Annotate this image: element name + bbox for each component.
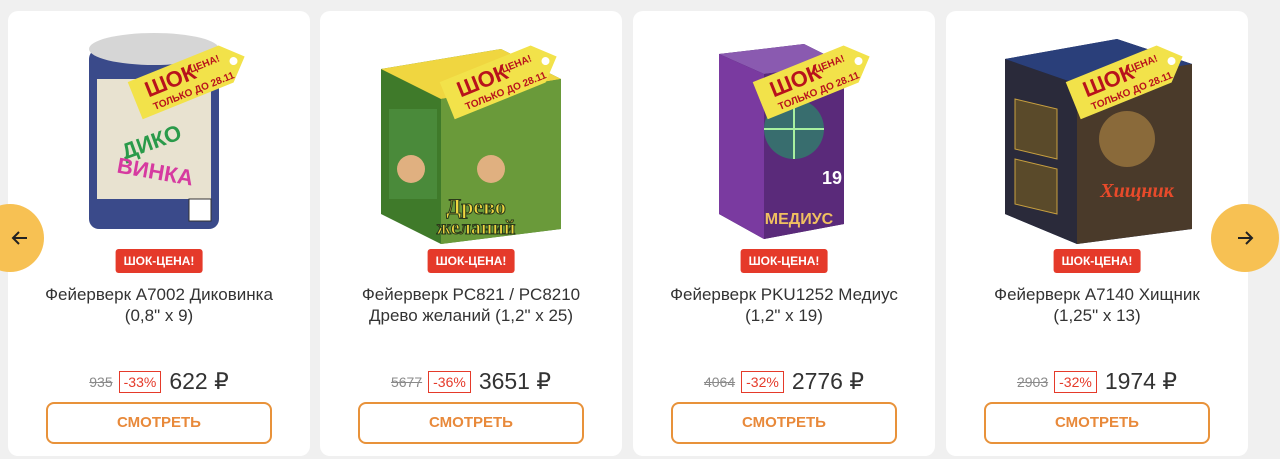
product-carousel: ДИКО ВИНКА ШОК ЦЕНА! ТОЛЬКО ДО 28.11 ШОК… xyxy=(0,0,1280,459)
product-card[interactable]: Древо желаний ШОК ЦЕНА! ТОЛЬКО ДО 28.11 … xyxy=(320,11,622,456)
product-title[interactable]: Фейерверк A7140 Хищник (1,25" x 13) xyxy=(960,284,1234,326)
discount-badge: -33% xyxy=(118,370,162,393)
view-button[interactable]: СМОТРЕТЬ xyxy=(984,402,1210,444)
shock-price-badge: ШОК-ЦЕНА! xyxy=(740,249,828,273)
view-button[interactable]: СМОТРЕТЬ xyxy=(358,402,584,444)
product-title-line: Древо желаний (1,2" x 25) xyxy=(368,306,574,325)
product-card[interactable]: Хищник ШОК ЦЕНА! ТОЛЬКО ДО 28.11 ШОК-ЦЕН… xyxy=(946,11,1248,456)
current-price: 3651 ₽ xyxy=(478,368,552,394)
arrow-left-icon xyxy=(10,228,30,248)
shock-price-badge: ШОК-ЦЕНА! xyxy=(1053,249,1141,273)
discount-badge: -32% xyxy=(741,370,784,393)
product-title[interactable]: Фейерверк PKU1252 Медиус (1,2" x 19) xyxy=(647,284,921,326)
product-title[interactable]: Фейерверк A7002 Диковинка (0,8" x 9) xyxy=(22,284,296,326)
price-row: 5677 -36% 3651 ₽ xyxy=(320,368,622,395)
svg-text:Хищник: Хищник xyxy=(1099,180,1174,202)
price-row: 4064 -32% 2776 ₽ xyxy=(633,368,935,395)
view-button[interactable]: СМОТРЕТЬ xyxy=(671,402,897,444)
product-title-line: (1,2" x 19) xyxy=(745,306,823,325)
view-button[interactable]: СМОТРЕТЬ xyxy=(46,402,272,444)
product-title-line: Фейерверк A7002 Диковинка xyxy=(45,285,273,304)
old-price: 935 xyxy=(89,373,113,390)
product-title-line: (0,8" x 9) xyxy=(124,306,194,325)
price-row: 935 -33% 622 ₽ xyxy=(8,368,310,395)
shock-price-badge: ШОК-ЦЕНА! xyxy=(427,249,515,273)
svg-text:Древо: Древо xyxy=(446,194,506,219)
shock-price-badge: ШОК-ЦЕНА! xyxy=(115,249,203,273)
current-price: 1974 ₽ xyxy=(1104,368,1178,394)
product-image[interactable]: 19 МЕДИУС ШОК ЦЕНА! ТОЛЬКО ДО 28.11 xyxy=(684,19,884,247)
product-image[interactable]: Древо желаний ШОК ЦЕНА! ТОЛЬКО ДО 28.11 xyxy=(371,19,571,247)
discount-badge: -36% xyxy=(428,370,471,393)
product-title-line: Фейерверк A7140 Хищник xyxy=(994,285,1200,304)
product-image[interactable]: ДИКО ВИНКА ШОК ЦЕНА! ТОЛЬКО ДО 28.11 xyxy=(59,19,259,247)
old-price: 4064 xyxy=(703,373,736,390)
carousel-next-button[interactable] xyxy=(1211,204,1279,272)
product-image[interactable]: Хищник ШОК ЦЕНА! ТОЛЬКО ДО 28.11 xyxy=(997,19,1197,247)
product-card[interactable]: 19 МЕДИУС ШОК ЦЕНА! ТОЛЬКО ДО 28.11 ШОК-… xyxy=(633,11,935,456)
discount-badge: -32% xyxy=(1054,370,1097,393)
svg-text:19: 19 xyxy=(822,168,842,188)
svg-text:МЕДИУС: МЕДИУС xyxy=(765,211,834,228)
current-price: 622 ₽ xyxy=(169,368,229,394)
price-row: 2903 -32% 1974 ₽ xyxy=(946,368,1248,395)
old-price: 2903 xyxy=(1016,373,1049,390)
svg-text:желаний: желаний xyxy=(437,217,516,239)
arrow-right-icon xyxy=(1235,228,1255,248)
product-title-line: Фейерверк PKU1252 Медиус xyxy=(670,285,898,304)
product-title[interactable]: Фейерверк PC821 / PC8210 Древо желаний (… xyxy=(334,284,608,326)
product-title-line: (1,25" x 13) xyxy=(1053,306,1141,325)
current-price: 2776 ₽ xyxy=(791,368,865,394)
product-title-line: Фейерверк PC821 / PC8210 xyxy=(361,285,581,304)
old-price: 5677 xyxy=(390,373,423,390)
product-card[interactable]: ДИКО ВИНКА ШОК ЦЕНА! ТОЛЬКО ДО 28.11 ШОК… xyxy=(8,11,310,456)
